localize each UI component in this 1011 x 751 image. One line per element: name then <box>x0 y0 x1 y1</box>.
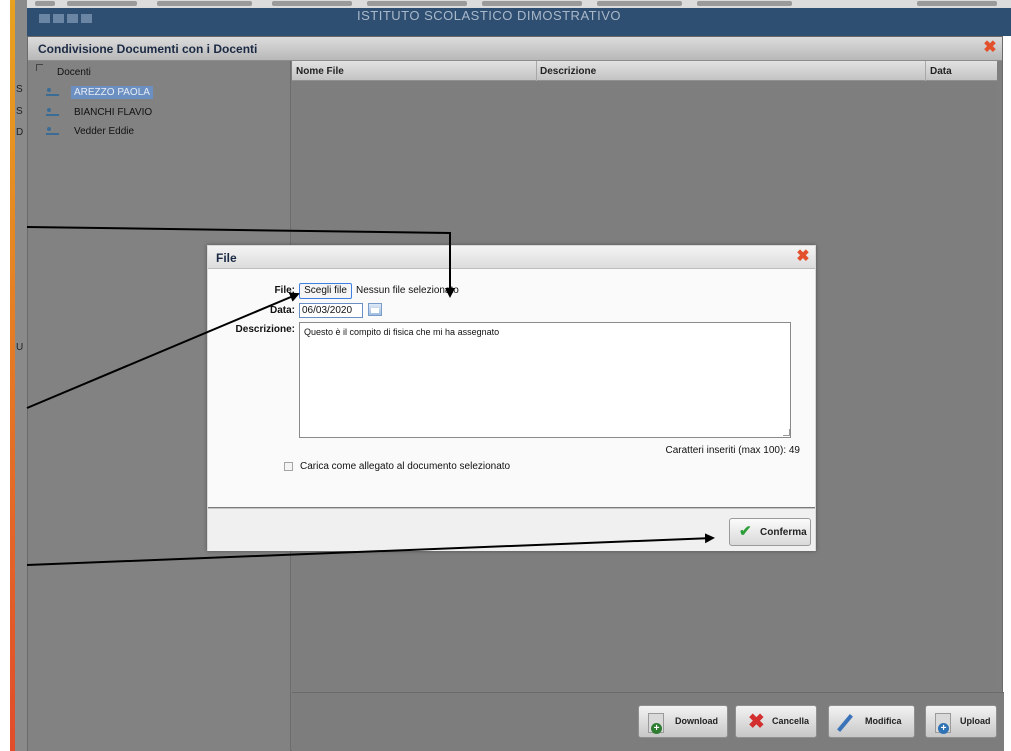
close-icon[interactable]: ✖ <box>795 248 811 266</box>
close-icon[interactable]: ✖ <box>982 40 998 56</box>
background-letter: S <box>16 84 23 95</box>
column-divider[interactable] <box>925 61 926 81</box>
column-divider[interactable] <box>536 61 537 81</box>
confirm-button[interactable]: ✔ Conferma <box>729 518 811 546</box>
banner-square <box>39 14 50 23</box>
tree-item-label: AREZZO PAOLA <box>71 86 153 99</box>
dialog-footer: ✔ Conferma <box>208 508 815 551</box>
tree-root-label: Docenti <box>57 67 91 78</box>
background-letter: D <box>16 127 24 138</box>
edit-label: Modifica <box>865 716 902 726</box>
tree-connector-icon <box>36 64 43 71</box>
upload-button[interactable]: + Upload <box>925 705 997 738</box>
delete-label: Cancella <box>772 716 810 726</box>
bookmark-item[interactable] <box>697 1 792 6</box>
background-letter: U <box>16 342 24 353</box>
background-letter: S <box>16 106 23 117</box>
bookmark-item[interactable] <box>917 1 997 6</box>
bottom-toolbar: + Download ✖ Cancella Modifica + Upload <box>292 692 1004 751</box>
bookmark-item[interactable] <box>35 1 55 6</box>
bookmarks-bar <box>27 0 1011 8</box>
plus-icon: + <box>938 723 949 734</box>
table-header: Nome File Descrizione Data <box>292 61 997 81</box>
banner-square <box>67 14 78 23</box>
delete-icon: ✖ <box>748 711 765 733</box>
user-icon <box>46 88 59 97</box>
download-button[interactable]: + Download <box>638 705 728 738</box>
banner-square <box>81 14 92 23</box>
dialog-body: File: Scegli file Nessun file selezionat… <box>208 269 815 507</box>
bookmark-item[interactable] <box>67 1 137 6</box>
date-input[interactable] <box>299 303 363 318</box>
tree-item-label: Vedder Eddie <box>74 126 135 137</box>
tree-item-bianchi-flavio[interactable]: BIANCHI FLAVIO <box>46 106 155 121</box>
edit-button[interactable]: Modifica <box>828 705 915 738</box>
delete-button[interactable]: ✖ Cancella <box>735 705 817 738</box>
plus-icon: + <box>651 723 662 734</box>
window-titlebar: Condivisione Documenti con i Docenti ✖ <box>28 37 1002 61</box>
date-label: Data: <box>269 305 295 316</box>
school-banner: ISTITUTO SCOLASTICO DIMOSTRATIVO <box>27 8 1011 36</box>
check-icon: ✔ <box>739 523 752 540</box>
column-header-description[interactable]: Descrizione <box>540 66 596 77</box>
description-textarea[interactable]: Questo è il compito di fisica che mi ha … <box>299 322 791 438</box>
download-label: Download <box>675 716 718 726</box>
description-label: Descrizione: <box>235 324 295 335</box>
upload-label: Upload <box>960 716 991 726</box>
column-header-date[interactable]: Data <box>930 66 952 77</box>
file-dialog: File ✖ File: Scegli file Nessun file sel… <box>207 245 816 551</box>
tree-item-vedder-eddie[interactable]: Vedder Eddie <box>46 125 137 140</box>
attach-checkbox-label[interactable]: Carica come allegato al documento selezi… <box>300 461 510 472</box>
banner-title: ISTITUTO SCOLASTICO DIMOSTRATIVO <box>357 8 621 23</box>
confirm-label: Conferma <box>760 527 807 538</box>
bookmark-item[interactable] <box>367 1 467 6</box>
file-label: File: <box>274 285 295 296</box>
dialog-titlebar: File ✖ <box>208 246 815 269</box>
pencil-icon <box>837 714 853 732</box>
resize-handle-icon[interactable] <box>783 429 790 436</box>
bookmark-item[interactable] <box>482 1 582 6</box>
attach-checkbox[interactable] <box>284 462 293 471</box>
bookmark-item[interactable] <box>157 1 252 6</box>
character-counter: Caratteri inseriti (max 100): 49 <box>665 445 801 456</box>
tree-item-arezzo-paola[interactable]: AREZZO PAOLA <box>46 86 153 101</box>
tree-root[interactable]: Docenti <box>36 64 91 78</box>
banner-square <box>53 14 64 23</box>
user-icon <box>46 127 59 136</box>
calendar-icon[interactable] <box>368 303 382 316</box>
choose-file-button[interactable]: Scegli file <box>299 283 352 299</box>
dialog-title: File <box>216 251 237 265</box>
bookmark-item[interactable] <box>597 1 682 6</box>
tree-item-label: BIANCHI FLAVIO <box>74 107 153 118</box>
file-status: Nessun file selezionato <box>356 285 459 296</box>
window-title: Condivisione Documenti con i Docenti <box>38 42 258 56</box>
user-icon <box>46 108 59 117</box>
column-header-file-name[interactable]: Nome File <box>296 66 344 77</box>
bookmark-item[interactable] <box>272 1 352 6</box>
